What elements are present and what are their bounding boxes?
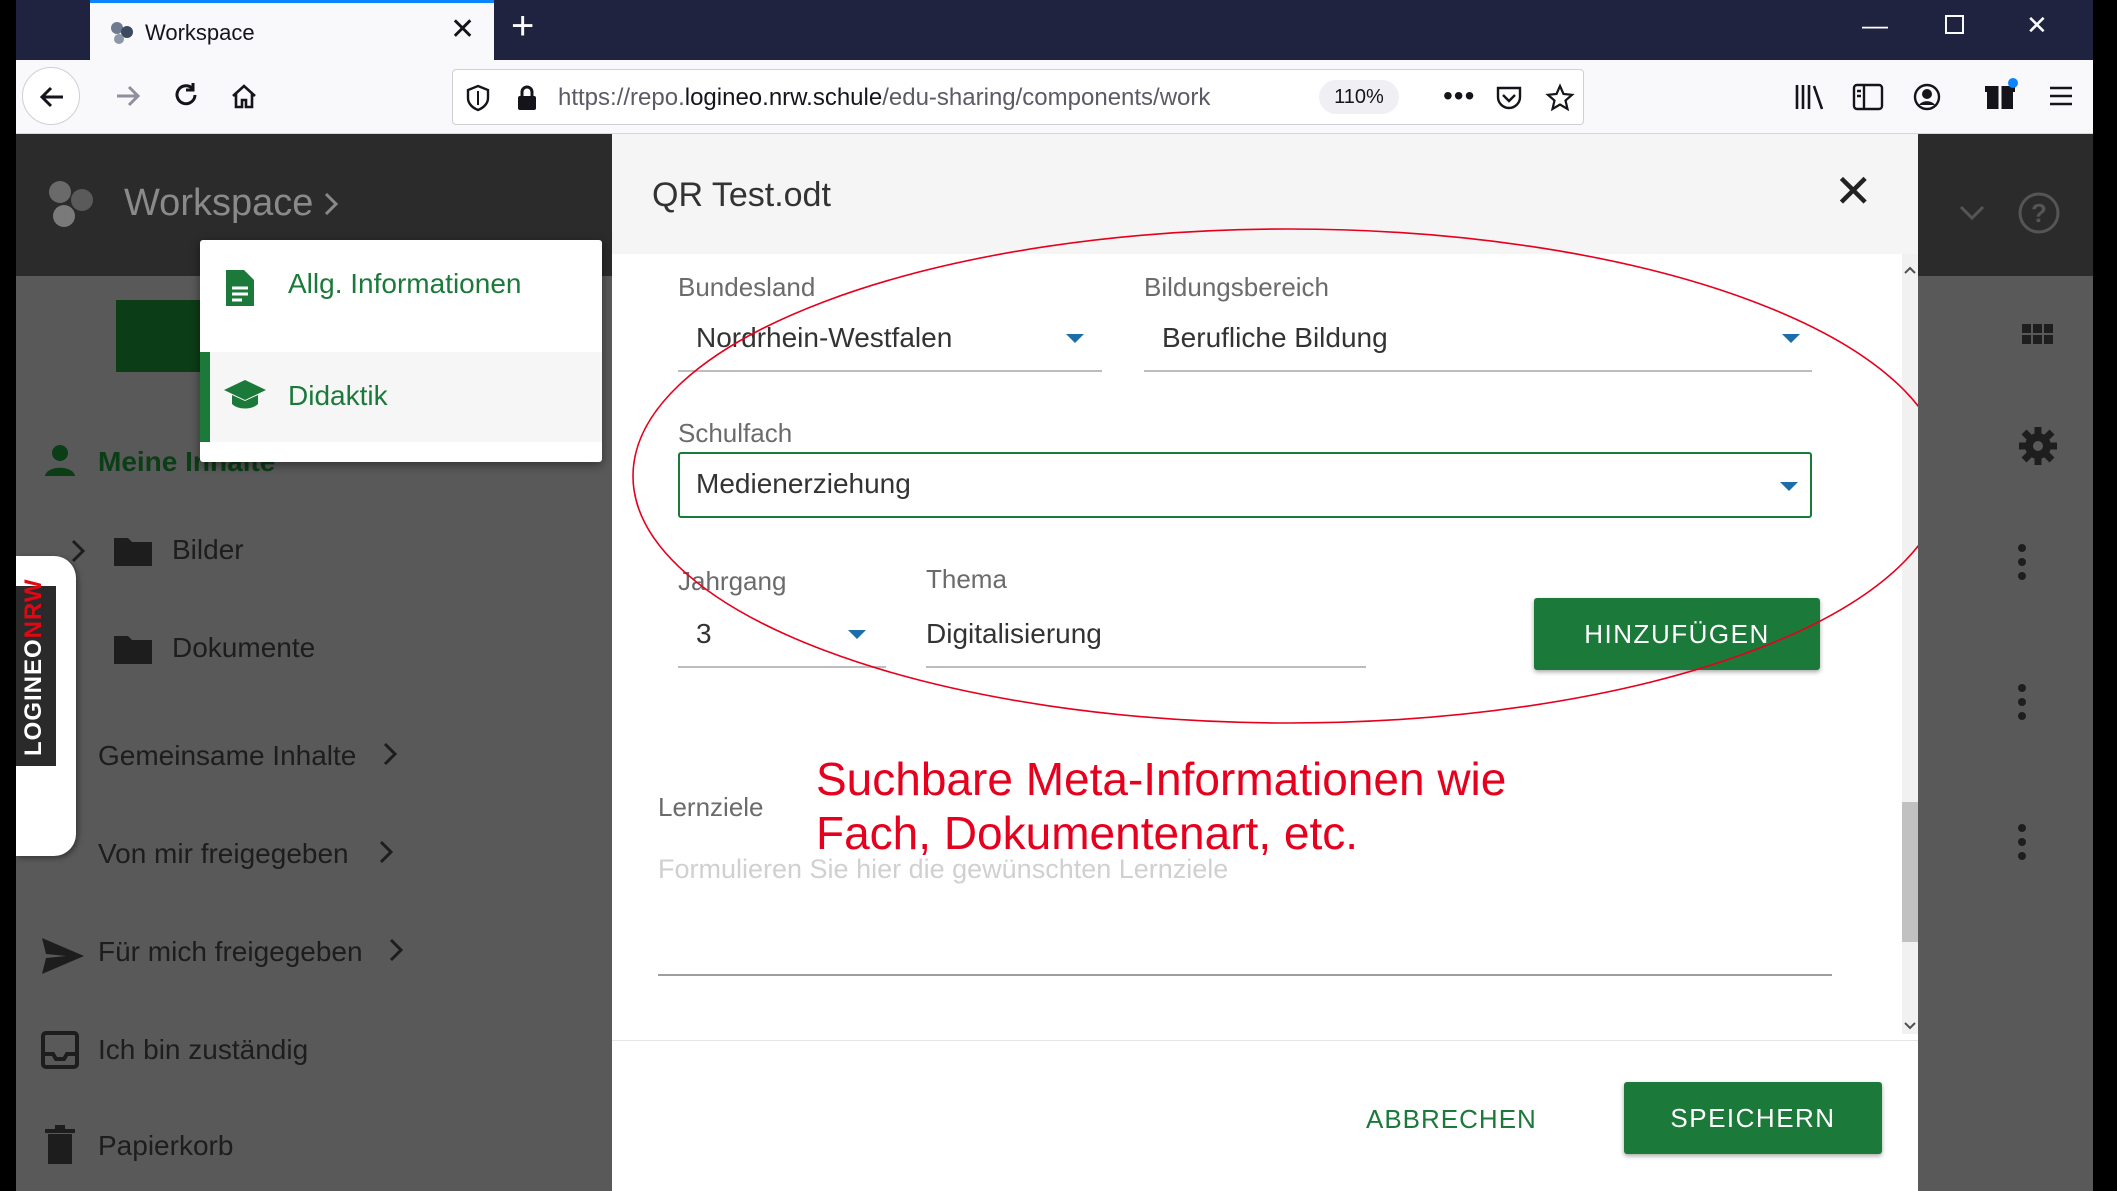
back-arrow-icon — [39, 86, 63, 108]
sidebar-item-documents[interactable]: Dokumente — [172, 632, 315, 664]
annotation-line-1: Suchbare Meta-Informationen wie — [816, 753, 1507, 805]
pocket-icon[interactable] — [1495, 84, 1523, 112]
shield-icon[interactable] — [465, 84, 491, 112]
minimize-icon[interactable]: — — [1862, 12, 1888, 38]
sidebar-item-trash[interactable]: Papierkorb — [98, 1130, 233, 1162]
window-close-icon[interactable]: ✕ — [2026, 12, 2048, 38]
more-options-icon[interactable] — [2018, 824, 2026, 866]
browser-tab[interactable]: Workspace ✕ — [90, 0, 494, 60]
send-icon — [42, 938, 84, 974]
folder-icon — [114, 636, 152, 664]
chevron-right-icon — [379, 840, 394, 864]
menu-item-didactics[interactable]: Didaktik — [200, 352, 602, 442]
logineo-logo: LOGINEONRW — [20, 578, 47, 756]
back-button[interactable] — [22, 67, 80, 125]
home-icon[interactable] — [224, 76, 264, 116]
logineo-side-tab[interactable]: LOGINEONRW — [16, 556, 76, 856]
chevron-right-icon — [383, 742, 398, 766]
more-options-icon[interactable] — [2018, 684, 2026, 726]
bookmark-star-icon[interactable] — [1545, 83, 1575, 113]
annotation-text: Suchbare Meta-Informationen wie Fach, Do… — [816, 752, 1506, 860]
document-icon — [226, 270, 254, 306]
metadata-dialog: QR Test.odt ✕ Bundesland Nordrhein-Westf… — [612, 134, 1918, 1191]
trash-icon — [45, 1125, 75, 1164]
svg-text:?: ? — [2031, 198, 2047, 228]
tab-title: Workspace — [145, 20, 255, 45]
account-icon[interactable] — [1912, 82, 1942, 112]
workspace-favicon-icon — [111, 22, 133, 44]
annotation-ellipse — [632, 228, 1918, 724]
extensions-gift-icon[interactable] — [1984, 78, 2018, 112]
browser-window: Workspace ✕ + — ✕ https://repo.logineo.n… — [16, 0, 2093, 1191]
menu-item-label: Didaktik — [288, 380, 388, 411]
menu-item-general-info[interactable]: Allg. Informationen — [200, 240, 602, 330]
menu-hamburger-icon[interactable] — [2048, 84, 2074, 108]
chevron-down-icon[interactable] — [1958, 204, 1986, 222]
lock-icon[interactable] — [515, 84, 539, 112]
page-actions-icon[interactable]: ••• — [1443, 80, 1475, 112]
menu-item-label: Allg. Informationen — [288, 268, 522, 299]
new-tab-icon[interactable]: + — [511, 6, 534, 46]
more-options-icon[interactable] — [2018, 544, 2026, 586]
forward-icon[interactable] — [108, 76, 148, 116]
maximize-icon[interactable] — [1944, 14, 1966, 40]
app-header-title: Workspace — [124, 182, 314, 224]
folder-icon — [114, 538, 152, 566]
inbox-icon — [41, 1031, 79, 1069]
sidebar-item-shared-by-me[interactable]: Von mir freigegeben — [98, 838, 349, 870]
grid-view-icon[interactable] — [2020, 322, 2056, 358]
browser-navbar: https://repo.logineo.nrw.schule/edu-shar… — [16, 60, 2093, 134]
sidebar-item-responsible[interactable]: Ich bin zuständig — [98, 1034, 308, 1066]
settings-gear-icon[interactable] — [2016, 424, 2060, 468]
expand-chevron-icon[interactable] — [70, 538, 88, 564]
section-menu: Allg. Informationen Didaktik — [200, 240, 602, 462]
breadcrumb-chevron-icon — [324, 192, 339, 216]
zoom-indicator[interactable]: 110% — [1319, 80, 1399, 114]
sidebar-toggle-icon[interactable] — [1852, 82, 1884, 112]
browser-titlebar: Workspace ✕ + — ✕ — [16, 0, 2093, 60]
tab-close-icon[interactable]: ✕ — [450, 15, 475, 45]
chevron-right-icon — [389, 938, 404, 962]
reload-icon[interactable] — [166, 76, 206, 116]
app-area: Workspace ? Meine Inhalte Bilder Dokumen… — [16, 134, 2093, 1191]
person-icon — [45, 445, 75, 476]
annotation-line-2: Fach, Dokumentenart, etc. — [816, 807, 1359, 859]
url-text[interactable]: https://repo.logineo.nrw.schule/edu-shar… — [558, 84, 1258, 112]
library-icon[interactable] — [1794, 82, 1826, 112]
new-button[interactable] — [116, 300, 206, 372]
sidebar-item-images[interactable]: Bilder — [172, 534, 244, 566]
help-icon[interactable]: ? — [2016, 190, 2062, 236]
sidebar-item-shared[interactable]: Gemeinsame Inhalte — [98, 740, 356, 772]
sidebar-item-shared-with-me[interactable]: Für mich freigegeben — [98, 936, 363, 968]
address-bar[interactable]: https://repo.logineo.nrw.schule/edu-shar… — [452, 69, 1584, 125]
workspace-logo-icon — [49, 181, 93, 227]
graduation-cap-icon — [224, 380, 266, 409]
